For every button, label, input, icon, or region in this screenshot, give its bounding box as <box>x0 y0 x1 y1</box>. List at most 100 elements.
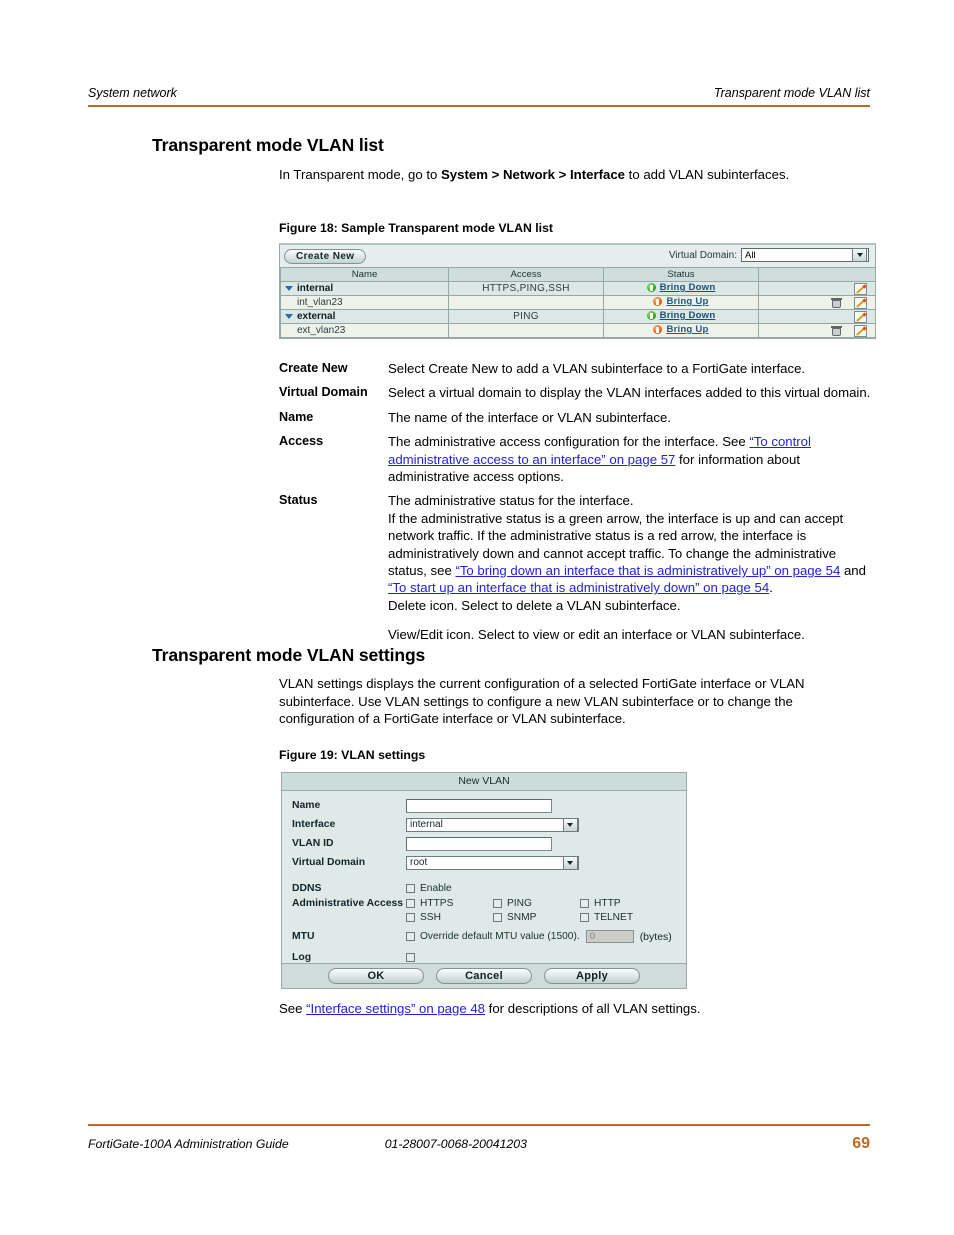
column-header-status: Status <box>603 267 759 282</box>
figure-19-caption: Figure 19: VLAN settings <box>279 748 426 762</box>
form-spacer <box>282 872 686 879</box>
chevron-down-icon[interactable] <box>562 855 578 870</box>
create-new-button[interactable]: Create New <box>284 248 367 264</box>
virtual-domain-select[interactable]: root <box>406 855 579 870</box>
interface-name: int_vlan23 <box>297 297 343 308</box>
chevron-down-icon[interactable] <box>852 248 867 262</box>
running-head-left: System network <box>88 86 177 100</box>
vlan-id-input[interactable] <box>406 836 552 851</box>
virtual-domain-selected-value: All <box>745 249 756 261</box>
virtual-domain-select[interactable]: All <box>741 248 869 262</box>
figure-19-vlan-settings: New VLAN Name Interface internal VLAN ID… <box>281 772 687 989</box>
definition-text: Delete icon. Select to delete a VLAN sub… <box>388 597 681 613</box>
figure-18-vlan-list: Create New Virtual Domain: All Name Acce… <box>279 243 876 339</box>
document-page: System network Transparent mode VLAN lis… <box>0 0 954 1235</box>
status-down-arrow-icon <box>653 325 663 334</box>
ok-button[interactable]: OK <box>328 968 424 984</box>
definition-text: Select a virtual domain to display the V… <box>388 385 871 401</box>
delete-icon[interactable] <box>831 297 843 308</box>
edit-icon[interactable] <box>854 282 867 295</box>
interface-select[interactable]: internal <box>406 817 579 832</box>
menu-path: System > Network > Interface <box>441 167 625 182</box>
interface-settings-link[interactable]: “Interface settings” on page 48 <box>306 1001 485 1016</box>
bring-down-link[interactable]: Bring Down <box>660 310 716 321</box>
http-label: HTTP <box>594 898 621 909</box>
delete-icon[interactable] <box>831 325 843 336</box>
expand-collapse-triangle-icon[interactable] <box>285 313 293 319</box>
table-header-row: Name Access Status <box>280 267 875 282</box>
table-row: int_vlan23 Bring Up <box>280 295 875 310</box>
status-up-arrow-icon <box>646 283 656 292</box>
table-row: internal HTTPS,PING,SSH Bring Down <box>280 281 875 296</box>
https-checkbox[interactable] <box>406 899 415 908</box>
cross-reference-link[interactable]: “To bring down an interface that is admi… <box>455 563 840 578</box>
column-header-actions <box>758 267 875 282</box>
virtual-domain-label: Virtual Domain: <box>668 249 737 261</box>
column-header-access: Access <box>448 267 604 282</box>
heading-transparent-mode-vlan-settings: Transparent mode VLAN settings <box>152 645 426 665</box>
snmp-checkbox[interactable] <box>493 913 502 922</box>
https-checkbox-item[interactable]: HTTPS <box>406 898 493 909</box>
footer-rule <box>88 1124 870 1126</box>
ddns-enable-checkbox[interactable] <box>406 884 415 893</box>
definition-text: The administrative status for the interf… <box>388 493 634 509</box>
interface-name: internal <box>297 283 334 294</box>
log-checkbox[interactable] <box>406 953 415 962</box>
ping-checkbox[interactable] <box>493 899 502 908</box>
dialog-title: New VLAN <box>282 773 686 791</box>
ddns-enable-checkbox-item[interactable]: Enable <box>406 883 452 894</box>
snmp-checkbox-item[interactable]: SNMP <box>493 912 580 923</box>
mtu-override-checkbox-item[interactable]: Override default MTU value (1500). <box>406 931 580 942</box>
ssh-checkbox[interactable] <box>406 913 415 922</box>
ssh-checkbox-item[interactable]: SSH <box>406 912 493 923</box>
http-checkbox[interactable] <box>580 899 589 908</box>
interface-access <box>448 323 604 338</box>
name-label: Name <box>292 800 321 811</box>
bring-up-link[interactable]: Bring Up <box>666 324 708 335</box>
status-cell: Bring Down <box>646 282 716 293</box>
see-text-pre: See <box>279 1001 307 1016</box>
administrative-access-row-1: HTTPS PING HTTP <box>406 898 667 909</box>
log-label: Log <box>292 952 312 963</box>
interface-access: PING <box>448 309 604 324</box>
dialog-button-bar: OK Cancel Apply <box>282 963 686 988</box>
http-checkbox-item[interactable]: HTTP <box>580 898 667 909</box>
mtu-value-input[interactable]: 0 <box>585 930 634 943</box>
vlan-list-field-descriptions: Create New Select Create New to add a VL… <box>279 360 871 651</box>
edit-icon[interactable] <box>854 296 867 309</box>
ddns-enable-label: Enable <box>420 883 452 894</box>
mtu-override-label: Override default MTU value (1500). <box>420 931 580 942</box>
status-cell: Bring Up <box>653 324 708 335</box>
chevron-down-icon[interactable] <box>562 817 578 832</box>
definition-term: Name <box>279 409 314 424</box>
definition-description: The administrative access configuration … <box>388 433 871 485</box>
telnet-checkbox[interactable] <box>580 913 589 922</box>
bring-up-link[interactable]: Bring Up <box>666 296 708 307</box>
form-row-vlan-id: VLAN ID <box>282 834 686 853</box>
ssh-label: SSH <box>420 912 441 923</box>
edit-icon-description: View/Edit icon. Select to view or edit a… <box>388 626 871 643</box>
see-also-paragraph: See “Interface settings” on page 48 for … <box>279 1000 864 1018</box>
telnet-checkbox-item[interactable]: TELNET <box>580 912 667 923</box>
mtu-override-checkbox[interactable] <box>406 932 415 941</box>
apply-button[interactable]: Apply <box>544 968 640 984</box>
expand-collapse-triangle-icon[interactable] <box>285 285 293 291</box>
cross-reference-link[interactable]: “To start up an interface that is admini… <box>388 580 769 595</box>
definition-description: The name of the interface or VLAN subint… <box>388 409 871 426</box>
edit-icon[interactable] <box>854 324 867 337</box>
definition-row: Virtual Domain Select a virtual domain t… <box>279 384 871 401</box>
definition-term: Status <box>279 493 318 508</box>
page-footer: FortiGate-100A Administration Guide 01-2… <box>88 1135 870 1153</box>
ping-checkbox-item[interactable]: PING <box>493 898 580 909</box>
definition-description: Select Create New to add a VLAN subinter… <box>388 360 871 377</box>
vlan-interface-table: Name Access Status internal HTTPS,PING,S… <box>280 267 875 338</box>
edit-icon[interactable] <box>854 310 867 323</box>
virtual-domain-label: Virtual Domain <box>292 857 366 868</box>
cancel-button[interactable]: Cancel <box>436 968 532 984</box>
name-input[interactable] <box>406 798 552 813</box>
status-cell: Bring Down <box>646 310 716 321</box>
footer-guide-title: FortiGate-100A Administration Guide <box>88 1137 289 1151</box>
definition-text: . <box>769 580 773 596</box>
bring-down-link[interactable]: Bring Down <box>660 282 716 293</box>
running-head: System network Transparent mode VLAN lis… <box>88 86 870 100</box>
